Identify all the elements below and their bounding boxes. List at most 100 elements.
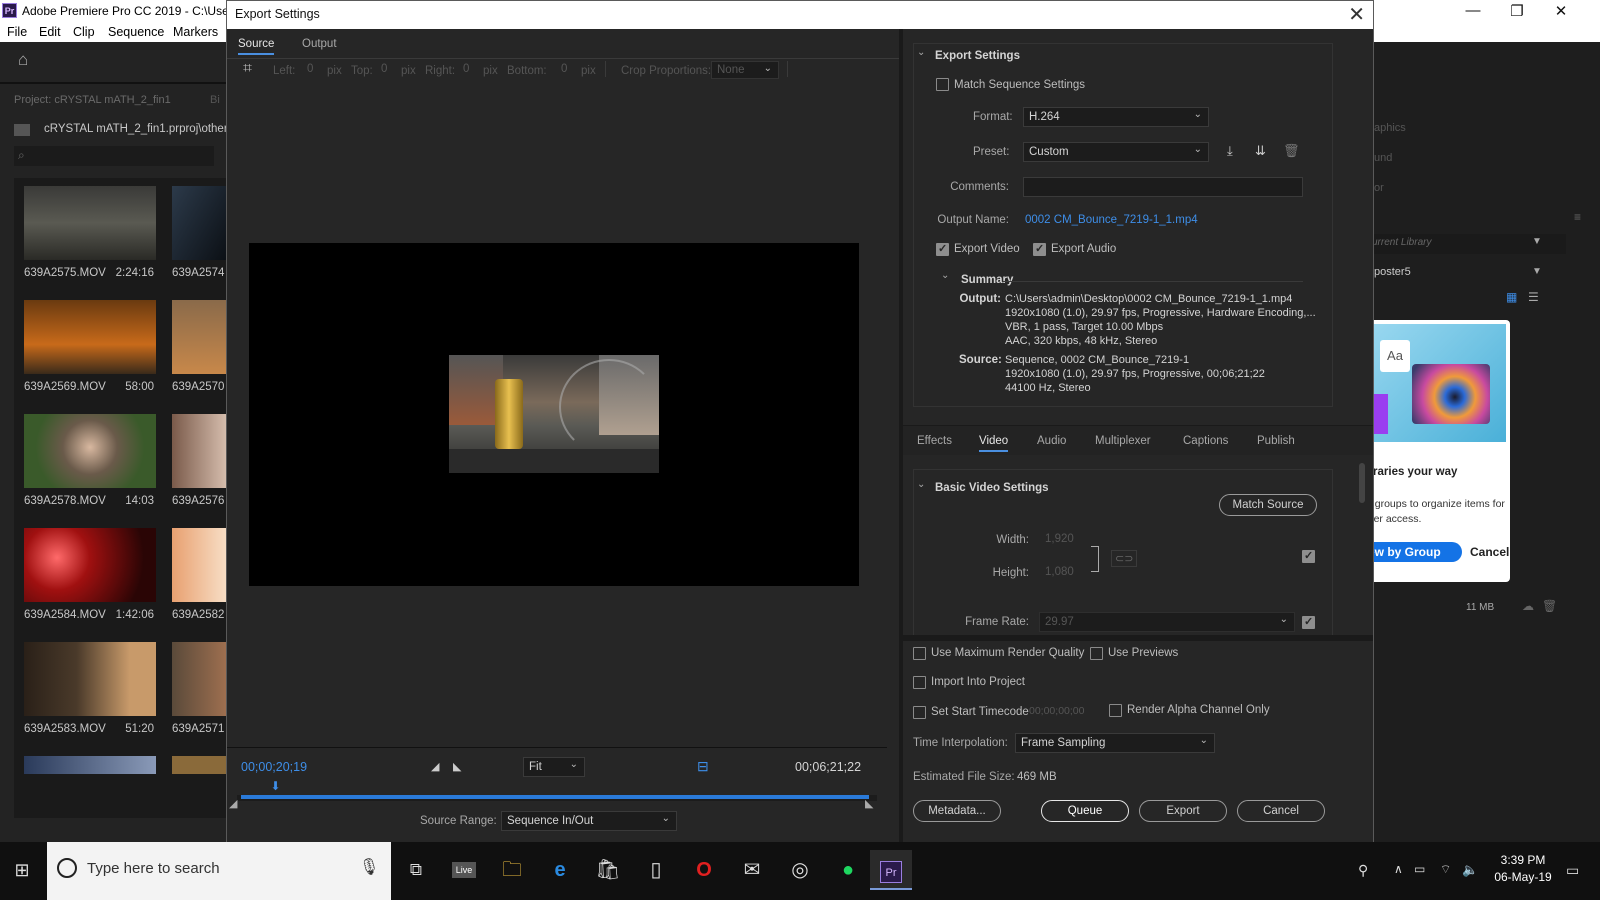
tab-effects[interactable]: Effects — [917, 435, 952, 447]
promo-cancel-button[interactable]: Cancel — [1470, 545, 1509, 559]
clip-thumbnail[interactable] — [24, 414, 156, 488]
panel-item[interactable]: or — [1374, 182, 1384, 194]
frame-rate-match-checkbox[interactable] — [1302, 615, 1315, 629]
in-handle-icon[interactable]: ◢ — [229, 797, 237, 810]
clip-thumbnail[interactable] — [24, 528, 156, 602]
settings-scrollbar[interactable] — [1359, 463, 1365, 503]
import-into-project-checkbox[interactable] — [913, 676, 926, 689]
tab-captions[interactable]: Captions — [1183, 435, 1228, 447]
timecode-in[interactable]: 00;00;20;19 — [241, 760, 307, 774]
menu-markers[interactable]: Markers — [173, 25, 218, 39]
windows-start-icon[interactable]: ⊞ — [2, 850, 42, 890]
people-icon[interactable]: ⚲ — [1358, 862, 1368, 879]
wifi-icon[interactable]: ⌔ — [1440, 862, 1451, 877]
set-start-timecode-checkbox[interactable] — [913, 706, 926, 719]
width-value[interactable]: 1,920 — [1045, 533, 1074, 545]
match-source-button[interactable]: Match Source — [1219, 494, 1317, 516]
store-icon[interactable]: 🛍 — [588, 850, 628, 890]
clip-thumbnail[interactable] — [24, 756, 156, 774]
delete-preset-icon[interactable]: 🗑 — [1283, 143, 1300, 159]
time-interpolation-select[interactable]: Frame Sampling ⌄ — [1015, 733, 1215, 753]
export-button[interactable]: Export — [1139, 800, 1227, 822]
library-select[interactable]: urrent Library ▼ — [1366, 234, 1566, 254]
start-timecode-value[interactable]: 00;00;00;00 — [1029, 705, 1084, 717]
close-icon[interactable]: ✕ — [1348, 2, 1365, 27]
tab-source[interactable]: Source — [238, 38, 275, 55]
tab-video[interactable]: Video — [979, 435, 1009, 452]
set-out-point-icon[interactable]: ◣ — [453, 760, 461, 773]
crop-top-value[interactable]: 0 — [381, 63, 387, 75]
tab-publish[interactable]: Publish — [1257, 435, 1295, 447]
export-audio-checkbox[interactable] — [1033, 242, 1046, 256]
mail-icon[interactable]: ✉ — [732, 850, 772, 890]
spotify-icon[interactable]: ● — [828, 850, 868, 890]
source-range-select[interactable]: Sequence In/Out ⌄ — [501, 811, 677, 831]
edge-browser-icon[interactable]: e — [540, 850, 580, 890]
chevron-down-icon[interactable]: ⌄ — [941, 270, 949, 281]
home-icon[interactable]: ⌂ — [18, 50, 28, 70]
crop-left-value[interactable]: 0 — [307, 63, 313, 75]
aspect-correction-icon[interactable]: ⊟ — [697, 758, 709, 775]
comments-input[interactable] — [1023, 177, 1303, 197]
panel-item[interactable]: aphics — [1374, 122, 1406, 134]
render-alpha-checkbox[interactable] — [1109, 704, 1122, 717]
show-hidden-icons[interactable]: ∧ — [1394, 862, 1403, 876]
chevron-down-icon[interactable]: ⌄ — [917, 47, 925, 58]
chevron-down-icon[interactable]: ⌄ — [917, 479, 925, 490]
menu-clip[interactable]: Clip — [73, 25, 95, 39]
max-render-quality-checkbox[interactable] — [913, 647, 926, 660]
queue-button[interactable]: Queue — [1041, 800, 1129, 822]
clip-thumbnail[interactable] — [24, 300, 156, 374]
out-handle-icon[interactable]: ◣ — [865, 797, 873, 810]
clip-thumbnail[interactable] — [24, 186, 156, 260]
export-video-checkbox[interactable] — [936, 242, 949, 256]
minimize-icon[interactable]: — — [1458, 2, 1488, 19]
frame-rate-select[interactable]: 29.97 ⌄ — [1039, 612, 1295, 632]
clock-time[interactable]: 3:39 PM — [1490, 853, 1556, 867]
maximize-icon[interactable]: ❐ — [1502, 2, 1532, 20]
metadata-button[interactable]: Metadata... — [913, 800, 1001, 822]
notepad-icon[interactable]: ▯ — [636, 850, 676, 890]
list-view-icon[interactable]: ☰ — [1528, 290, 1539, 304]
chevron-down-icon[interactable]: ▼ — [1532, 266, 1542, 277]
microphone-icon[interactable]: 🎙 — [359, 857, 379, 877]
cancel-button[interactable]: Cancel — [1237, 800, 1325, 822]
task-view-icon[interactable]: ⧉ — [396, 850, 436, 890]
preset-select[interactable]: Custom ⌄ — [1023, 142, 1209, 162]
bin-tab[interactable]: Bi — [210, 94, 220, 106]
trash-icon[interactable]: 🗑 — [1542, 599, 1557, 613]
import-preset-icon[interactable]: ⇊ — [1255, 143, 1266, 159]
opera-icon[interactable]: O — [684, 850, 724, 890]
clip-thumbnail[interactable] — [172, 300, 228, 374]
timeline-track[interactable] — [237, 795, 877, 801]
view-by-group-button[interactable]: ew by Group — [1366, 542, 1462, 562]
crop-bottom-value[interactable]: 0 — [561, 63, 567, 75]
battery-icon[interactable]: ▭ — [1414, 862, 1425, 876]
crop-proportions-select[interactable]: None ⌄ — [711, 61, 779, 79]
use-previews-checkbox[interactable] — [1090, 647, 1103, 660]
file-explorer-icon[interactable]: 🗀 — [492, 850, 532, 890]
media-player-icon[interactable]: ◎ — [780, 850, 820, 890]
tab-output[interactable]: Output — [302, 38, 337, 50]
output-name-link[interactable]: 0002 CM_Bounce_7219-1_1.mp4 — [1025, 214, 1198, 226]
format-select[interactable]: H.264 ⌄ — [1023, 107, 1209, 127]
playhead[interactable]: ⬇ — [271, 779, 281, 793]
clip-thumbnail[interactable] — [24, 642, 156, 716]
project-search-input[interactable]: ⌕ — [14, 146, 214, 166]
height-value[interactable]: 1,080 — [1045, 566, 1074, 578]
clock-date[interactable]: 06-May-19 — [1490, 870, 1556, 884]
zoom-fit-select[interactable]: Fit ⌄ — [523, 757, 585, 777]
clip-thumbnail[interactable] — [172, 528, 228, 602]
clip-thumbnail[interactable] — [172, 186, 228, 260]
premiere-taskbar-icon[interactable]: Pr — [870, 850, 912, 890]
width-match-checkbox[interactable] — [1302, 549, 1315, 563]
menu-file[interactable]: File — [7, 25, 27, 39]
grid-view-icon[interactable]: ▦ — [1506, 290, 1517, 304]
tab-audio[interactable]: Audio — [1037, 435, 1066, 447]
live-app-icon[interactable]: Live — [444, 850, 484, 890]
set-in-point-icon[interactable]: ◢ — [431, 760, 439, 773]
save-preset-icon[interactable]: ⤓ — [1227, 143, 1233, 159]
crop-right-value[interactable]: 0 — [463, 63, 469, 75]
menu-edit[interactable]: Edit — [39, 25, 61, 39]
crop-icon[interactable]: ⌗ — [243, 60, 252, 78]
